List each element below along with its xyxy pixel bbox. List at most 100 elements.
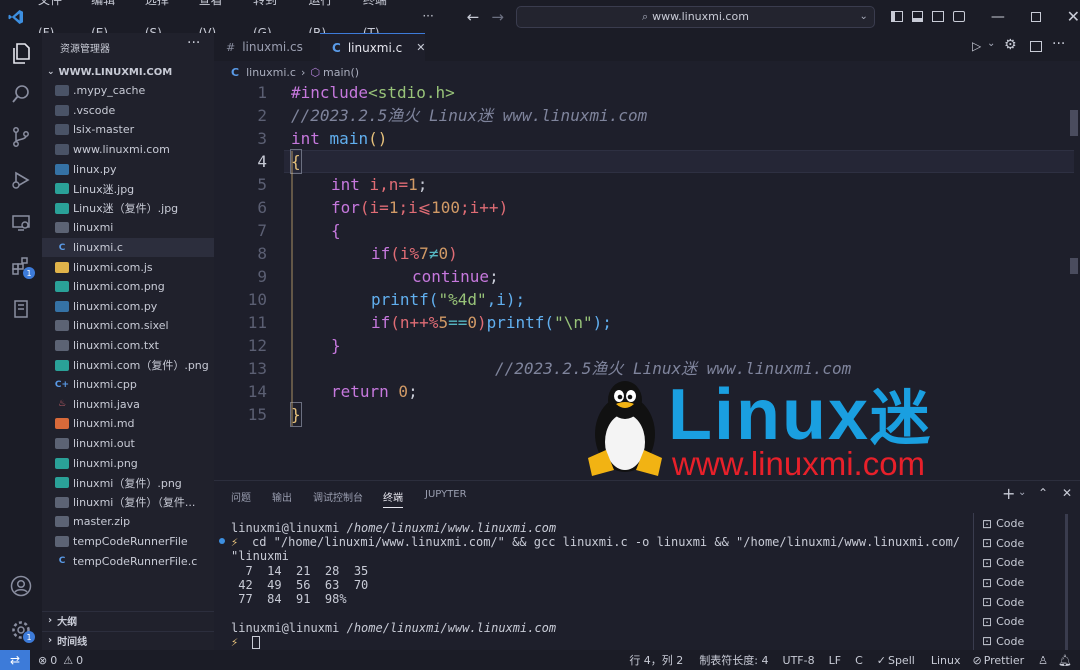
error-count[interactable]: 0: [50, 654, 57, 667]
settings-gear-icon[interactable]: 1: [0, 611, 42, 649]
forward-arrow-icon[interactable]: →: [491, 8, 504, 26]
breadcrumb-file[interactable]: linuxmi.c: [246, 66, 296, 79]
remote-indicator[interactable]: ⇄: [0, 650, 30, 670]
tree-item[interactable]: .vscode: [42, 101, 214, 121]
source-control-icon[interactable]: [0, 118, 42, 156]
tree-item[interactable]: ♨ linuxmi.java: [42, 395, 214, 415]
tree-item[interactable]: linuxmi.com.py: [42, 297, 214, 317]
vscode-logo-icon: [0, 9, 31, 25]
tree-item[interactable]: linuxmi: [42, 218, 214, 238]
terminal-instance[interactable]: ⊡ Code: [982, 514, 1072, 534]
tree-item[interactable]: master.zip: [42, 512, 214, 532]
new-terminal-icon[interactable]: +: [1002, 484, 1015, 503]
tab-problems[interactable]: 问题: [231, 489, 251, 504]
image-icon: [55, 457, 69, 469]
terminal-instance[interactable]: ⊡ Code: [982, 573, 1072, 593]
tree-item[interactable]: linuxmi.out: [42, 434, 214, 454]
back-arrow-icon[interactable]: ←: [467, 8, 480, 26]
tree-item[interactable]: linuxmi.com（复件）.png: [42, 355, 214, 375]
tree-item[interactable]: linuxmi.com.sixel: [42, 316, 214, 336]
tree-item[interactable]: Clinuxmi.c: [42, 237, 214, 258]
search-icon[interactable]: [0, 75, 42, 113]
indent-setting[interactable]: 制表符长度: 4: [699, 652, 768, 668]
tree-item[interactable]: linuxmi.md: [42, 414, 214, 434]
tab-terminal[interactable]: 终端: [383, 489, 403, 508]
more-actions-icon[interactable]: ···: [1052, 36, 1065, 52]
account-status-icon[interactable]: ♙: [1038, 654, 1048, 667]
chevron-down-icon[interactable]: ⌄: [1018, 487, 1026, 498]
minimize-icon[interactable]: —: [991, 9, 1005, 25]
toggle-sidebar-icon[interactable]: [890, 11, 903, 22]
outline-section[interactable]: › 大纲: [42, 611, 214, 629]
tree-item-label: master.zip: [73, 515, 131, 529]
tree-item[interactable]: linuxmi.png: [42, 453, 214, 473]
tree-item[interactable]: linux.py: [42, 159, 214, 179]
account-icon[interactable]: [0, 567, 42, 605]
chevron-down-icon[interactable]: ⌄: [860, 11, 868, 22]
close-tab-icon[interactable]: ✕: [416, 41, 425, 54]
end-of-line[interactable]: LF: [829, 654, 841, 667]
toggle-panel-icon[interactable]: [911, 11, 924, 22]
encoding[interactable]: UTF-8: [783, 654, 815, 667]
customize-layout-icon[interactable]: [953, 11, 965, 22]
spell-check[interactable]: Spell: [888, 654, 915, 667]
tree-item[interactable]: Linux迷（复件）.jpg: [42, 199, 214, 219]
tree-item[interactable]: linuxmi.com.txt: [42, 336, 214, 356]
maximize-panel-icon[interactable]: ⌃: [1038, 486, 1048, 500]
os-indicator[interactable]: Linux: [931, 654, 961, 667]
terminal-instance[interactable]: ⊡ Code: [982, 632, 1072, 652]
terminal-instance[interactable]: ⊡ Code: [982, 592, 1072, 612]
remote-explorer-icon[interactable]: [0, 204, 42, 242]
maximize-icon[interactable]: [1030, 11, 1041, 22]
notebook-icon[interactable]: [0, 290, 42, 328]
language-mode[interactable]: C: [855, 654, 863, 667]
timeline-section[interactable]: › 时间线: [42, 631, 214, 649]
notifications-bell-icon[interactable]: 🔔︎: [1058, 654, 1072, 667]
tree-item[interactable]: www.linuxmi.com: [42, 140, 214, 160]
run-code-icon[interactable]: ▷: [972, 39, 981, 53]
tree-item[interactable]: lsix-master: [42, 120, 214, 140]
tab-linuxmi-c[interactable]: C linuxmi.c ✕: [320, 33, 425, 61]
cursor-position[interactable]: 行 4，列 2: [629, 652, 683, 668]
extensions-icon[interactable]: 1: [0, 247, 42, 285]
tree-item[interactable]: Linux迷.jpg: [42, 179, 214, 199]
split-editor-icon[interactable]: [1030, 41, 1042, 52]
tree-item[interactable]: linuxmi.com.js: [42, 257, 214, 277]
tree-item[interactable]: .mypy_cache: [42, 81, 214, 101]
tab-linuxmi-cs[interactable]: # linuxmi.cs: [214, 33, 319, 61]
tree-item[interactable]: linuxmi（复件）（复件...: [42, 493, 214, 513]
toggle-secondary-sidebar-icon[interactable]: [932, 11, 945, 22]
tree-item[interactable]: linuxmi（复件）.png: [42, 473, 214, 493]
breadcrumb-symbol[interactable]: main(): [323, 66, 359, 79]
tree-item[interactable]: tempCodeRunnerFile: [42, 532, 214, 552]
tab-jupyter[interactable]: JUPYTER: [425, 489, 467, 500]
c-file-icon: C: [231, 65, 240, 79]
terminal-instance[interactable]: ⊡ Code: [982, 553, 1072, 573]
workspace-root[interactable]: ⌄ WWW.LINUXMI.COM: [42, 63, 214, 81]
more-actions-icon[interactable]: ···: [187, 35, 200, 51]
command-center-search[interactable]: ⌕ www.linuxmi.com ⌄: [515, 5, 875, 28]
scrollbar-thumb[interactable]: [1070, 110, 1078, 136]
terminal-instance[interactable]: ⊡ Code: [982, 534, 1072, 554]
explorer-icon[interactable]: [0, 35, 42, 73]
tree-item-label: linuxmi.com（复件）.png: [73, 359, 209, 373]
chevron-down-icon[interactable]: ⌄: [987, 38, 995, 49]
tab-debug-console[interactable]: 调试控制台: [313, 489, 363, 504]
gear-icon[interactable]: ⚙: [1004, 37, 1017, 53]
run-debug-icon[interactable]: [0, 161, 42, 199]
search-text: www.linuxmi.com: [652, 10, 749, 23]
tree-item-label: linuxmi.c: [73, 241, 123, 255]
terminal-scrollbar[interactable]: [1065, 514, 1068, 651]
bracket-guide: [291, 151, 293, 426]
close-panel-icon[interactable]: ✕: [1062, 486, 1072, 500]
tree-item[interactable]: linuxmi.com.png: [42, 277, 214, 297]
close-window-icon[interactable]: ✕: [1067, 7, 1080, 26]
terminal-instance[interactable]: ⊡ Code: [982, 612, 1072, 632]
image-icon: [55, 477, 69, 489]
menu-more[interactable]: ···: [415, 0, 440, 33]
warning-count[interactable]: 0: [76, 654, 83, 667]
tree-item[interactable]: CtempCodeRunnerFile.c: [42, 551, 214, 571]
prettier-status[interactable]: Prettier: [984, 654, 1024, 667]
tab-output[interactable]: 输出: [272, 489, 292, 504]
tree-item[interactable]: C+ linuxmi.cpp: [42, 375, 214, 395]
